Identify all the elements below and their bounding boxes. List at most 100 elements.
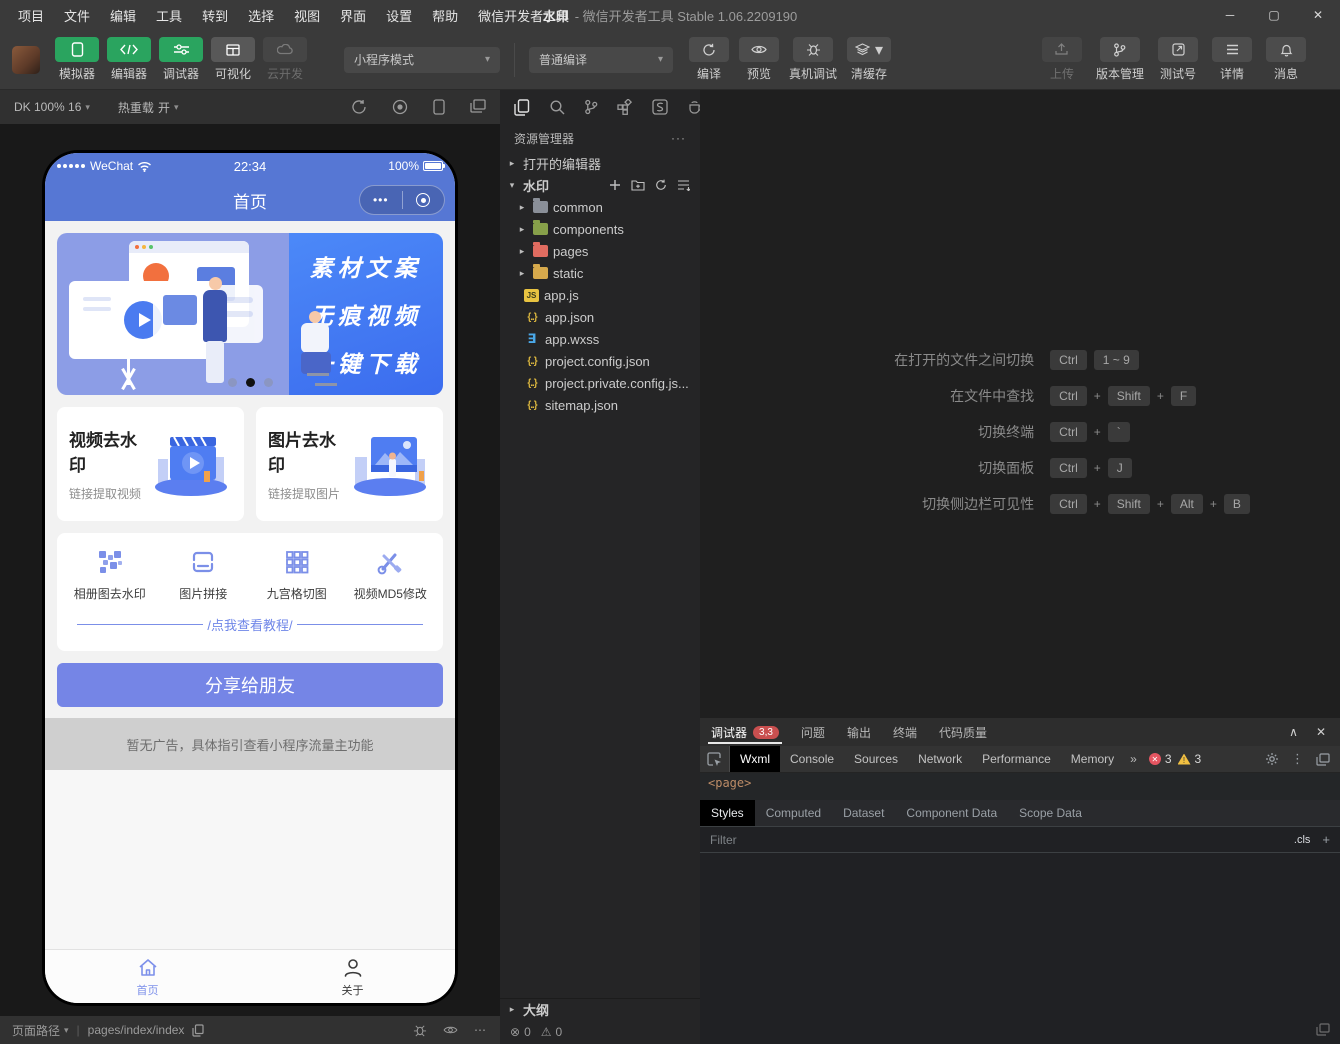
file-app-wxss[interactable]: ∃ app.wxss	[500, 328, 700, 350]
tab-debugger[interactable]: 调试器 3,3	[700, 718, 790, 746]
menu-edit[interactable]: 编辑	[102, 3, 144, 28]
test-account-button[interactable]: 测试号	[1158, 37, 1198, 82]
folder-static[interactable]: ▸ static	[500, 262, 700, 284]
video-watermark-card[interactable]: 视频去水印 链接提取视频	[57, 407, 244, 521]
devtools-settings-icon[interactable]	[1265, 752, 1279, 766]
visibility-icon[interactable]	[443, 1025, 458, 1035]
folder-common[interactable]: ▸ common	[500, 196, 700, 218]
devtools-more-icon[interactable]: ⋮	[1291, 751, 1304, 767]
bell-icon[interactable]	[1266, 37, 1306, 62]
refresh-icon[interactable]	[689, 37, 729, 62]
album-watermark-item[interactable]: 相册图去水印	[63, 547, 157, 602]
code-icon[interactable]	[107, 37, 151, 62]
menu-settings[interactable]: 设置	[378, 3, 420, 28]
files-icon[interactable]	[514, 99, 530, 116]
refresh-icon[interactable]	[655, 179, 667, 191]
menu-goto[interactable]: 转到	[194, 3, 236, 28]
console-warning-count[interactable]: ! 3	[1178, 752, 1202, 766]
search-icon[interactable]	[549, 99, 565, 115]
project-root-row[interactable]: ▾ 水印	[500, 174, 700, 196]
device-select[interactable]: DK 100% 16 ▾	[0, 100, 104, 114]
tab-about[interactable]: 关于	[250, 950, 455, 1003]
simulator-icon[interactable]	[55, 37, 99, 62]
record-icon[interactable]	[392, 99, 408, 115]
tab-computed[interactable]: Computed	[755, 800, 832, 826]
preview-button[interactable]: 预览	[739, 37, 779, 82]
toggle-editor[interactable]: 编辑器	[106, 37, 152, 82]
toggle-class-button[interactable]: .cls	[1294, 834, 1311, 846]
menu-project[interactable]: 项目	[10, 3, 52, 28]
hot-reload-toggle[interactable]: 热重载 开 ▾	[104, 99, 193, 116]
undock-icon[interactable]	[1316, 753, 1330, 766]
tab-scope-data[interactable]: Scope Data	[1008, 800, 1093, 826]
details-button[interactable]: 详情	[1212, 37, 1252, 82]
npm-icon[interactable]	[652, 99, 668, 115]
menu-file[interactable]: 文件	[56, 3, 98, 28]
new-folder-icon[interactable]	[631, 179, 645, 191]
video-md5-item[interactable]: 视频MD5修改	[344, 547, 438, 602]
tab-problems[interactable]: 问题	[790, 718, 836, 746]
devtools-tab-network[interactable]: Network	[908, 746, 972, 772]
eye-icon[interactable]	[739, 37, 779, 62]
new-file-icon[interactable]	[609, 179, 621, 191]
menu-interface[interactable]: 界面	[332, 3, 374, 28]
image-stitch-item[interactable]: 图片拼接	[157, 547, 251, 602]
grid-cut-item[interactable]: 九宫格切图	[250, 547, 344, 602]
devtools-tab-performance[interactable]: Performance	[972, 746, 1061, 772]
restart-icon[interactable]	[351, 99, 367, 115]
panel-collapse-icon[interactable]: ∧	[1289, 725, 1298, 739]
mode-select[interactable]: 小程序模式 ▾	[344, 47, 500, 73]
inspect-element-icon[interactable]	[700, 746, 730, 772]
bug-icon[interactable]	[793, 37, 833, 62]
more-menu-icon[interactable]: •••	[360, 193, 402, 207]
file-app-json[interactable]: {..} app.json	[500, 306, 700, 328]
open-editors-section[interactable]: ▸ 打开的编辑器	[500, 152, 700, 174]
styles-filter-input[interactable]	[710, 833, 1294, 847]
tab-dataset[interactable]: Dataset	[832, 800, 895, 826]
devtools-tab-console[interactable]: Console	[780, 746, 844, 772]
close-icon[interactable]: ✕	[1296, 0, 1340, 30]
external-link-icon[interactable]	[1158, 37, 1198, 62]
console-error-count[interactable]: ✕ 3	[1149, 752, 1172, 766]
avatar[interactable]	[12, 46, 40, 74]
toggle-debugger[interactable]: 调试器	[158, 37, 204, 82]
menu-select[interactable]: 选择	[240, 3, 282, 28]
clear-cache-button[interactable]: ▾ 清缓存	[847, 37, 891, 82]
tab-component-data[interactable]: Component Data	[895, 800, 1008, 826]
page-path-select[interactable]: 页面路径 ▾	[0, 1022, 69, 1039]
tab-styles[interactable]: Styles	[700, 800, 755, 826]
new-style-rule-button[interactable]: +	[1322, 832, 1330, 847]
file-sitemap-json[interactable]: {..} sitemap.json	[500, 394, 700, 416]
remote-debug-button[interactable]: 真机调试	[789, 37, 837, 82]
more-tabs-icon[interactable]: »	[1124, 752, 1143, 766]
tab-home[interactable]: 首页	[45, 950, 250, 1003]
wxml-element-tree[interactable]: <page>	[700, 773, 1340, 800]
messages-button[interactable]: 消息	[1266, 37, 1306, 82]
folder-pages[interactable]: ▸ pages	[500, 240, 700, 262]
toggle-visualizer[interactable]: 可视化	[210, 37, 256, 82]
layers-icon[interactable]: ▾	[847, 37, 891, 62]
toggle-simulator[interactable]: 模拟器	[54, 37, 100, 82]
vconsole-bug-icon[interactable]	[413, 1024, 427, 1037]
share-button[interactable]: 分享给朋友	[57, 663, 443, 707]
folder-components[interactable]: ▸ components	[500, 218, 700, 240]
tutorial-link[interactable]: /点我查看教程/	[63, 615, 437, 634]
devtools-tab-sources[interactable]: Sources	[844, 746, 908, 772]
menu-help[interactable]: 帮助	[424, 3, 466, 28]
upload-button[interactable]: 上传	[1042, 37, 1082, 82]
devtools-tab-wxml[interactable]: Wxml	[730, 746, 780, 772]
compile-button[interactable]: 编译	[689, 37, 729, 82]
exit-target-icon[interactable]	[403, 193, 445, 207]
extensions-icon[interactable]	[617, 99, 633, 115]
collapse-all-icon[interactable]	[677, 179, 690, 191]
git-branch-icon[interactable]	[1100, 37, 1140, 62]
outline-section[interactable]: ▸ 大纲	[500, 998, 700, 1020]
toggle-cloud[interactable]: 云开发	[262, 37, 308, 82]
list-icon[interactable]	[1212, 37, 1252, 62]
layout-icon[interactable]	[211, 37, 255, 62]
tab-output[interactable]: 输出	[836, 718, 882, 746]
image-watermark-card[interactable]: 图片去水印 链接提取图片	[256, 407, 443, 521]
cloud-icon[interactable]	[263, 37, 307, 62]
file-project-private-config[interactable]: {..} project.private.config.js...	[500, 372, 700, 394]
git-icon[interactable]	[584, 99, 598, 115]
